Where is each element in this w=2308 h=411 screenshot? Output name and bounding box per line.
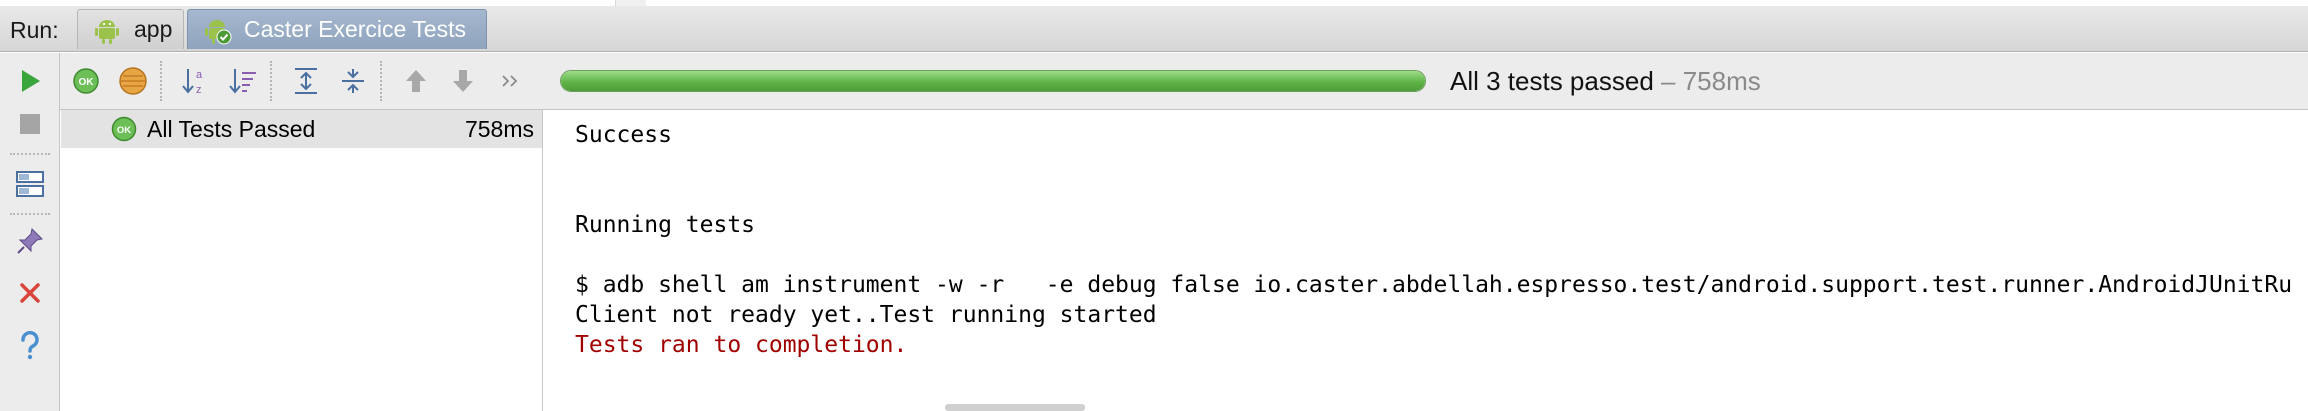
console-line: Success xyxy=(575,122,672,148)
pin-icon[interactable] xyxy=(12,223,48,259)
sort-alpha-icon[interactable]: a z xyxy=(180,65,212,97)
console-line-completion: Tests ran to completion. xyxy=(575,332,908,358)
separator xyxy=(160,61,163,101)
expand-all-icon[interactable] xyxy=(290,65,322,97)
test-tree: OK All Tests Passed 758ms xyxy=(61,110,543,411)
tab-caster-exercice-tests[interactable]: Caster Exercice Tests xyxy=(187,9,487,49)
more-icon[interactable] xyxy=(494,65,526,97)
console-line: $ adb shell am instrument -w -r -e debug… xyxy=(575,272,2293,298)
rerun-icon[interactable] xyxy=(12,63,48,99)
android-test-icon xyxy=(202,15,232,45)
tab-app[interactable]: app xyxy=(77,9,184,49)
collapse-all-icon[interactable] xyxy=(337,65,369,97)
run-label: Run: xyxy=(10,17,59,43)
help-icon[interactable] xyxy=(12,328,48,364)
console-output[interactable]: Success Running tests $ adb shell am ins… xyxy=(543,110,2308,411)
console-line: Client not ready yet..Test running start… xyxy=(575,302,1157,328)
svg-text:a: a xyxy=(196,69,203,81)
tree-row-time: 758ms xyxy=(464,115,534,142)
layout-icon[interactable] xyxy=(12,166,48,202)
android-icon xyxy=(92,15,122,45)
separator xyxy=(270,61,273,101)
separator xyxy=(10,213,50,215)
run-tab-bar: Run: app Caster Exercice Tests xyxy=(0,6,2308,52)
separator xyxy=(380,61,383,101)
close-icon[interactable] xyxy=(12,275,48,311)
test-status: All 3 tests passed – 758ms xyxy=(1450,66,1761,97)
svg-text:z: z xyxy=(196,84,202,96)
test-progress-bar xyxy=(560,70,1426,92)
test-runner-toolbar: OK a z All 3 tests passed – 758ms xyxy=(60,53,2308,110)
tab-caster-exercice-tests-label: Caster Exercice Tests xyxy=(244,16,466,42)
svg-text:OK: OK xyxy=(117,125,131,136)
ok-icon: OK xyxy=(111,116,137,142)
tab-app-label: app xyxy=(134,16,173,42)
sort-duration-icon[interactable] xyxy=(227,65,259,97)
svg-text:OK: OK xyxy=(79,77,95,88)
tree-row-all-tests[interactable]: OK All Tests Passed 758ms xyxy=(61,110,542,148)
tree-row-label: All Tests Passed xyxy=(147,115,316,142)
ok-filter-icon[interactable]: OK xyxy=(70,65,102,97)
stop-icon[interactable] xyxy=(12,106,48,142)
horizontal-scrollbar[interactable] xyxy=(945,404,1085,411)
separator xyxy=(10,153,50,155)
previous-failed-icon[interactable] xyxy=(400,65,432,97)
ignored-filter-icon[interactable] xyxy=(117,65,149,97)
next-failed-icon[interactable] xyxy=(447,65,479,97)
test-progress-fill xyxy=(561,71,1425,91)
left-action-bar xyxy=(0,53,60,411)
test-status-text: All 3 tests passed xyxy=(1450,66,1654,96)
test-status-duration: – 758ms xyxy=(1661,66,1761,96)
console-line: Running tests xyxy=(575,212,756,238)
